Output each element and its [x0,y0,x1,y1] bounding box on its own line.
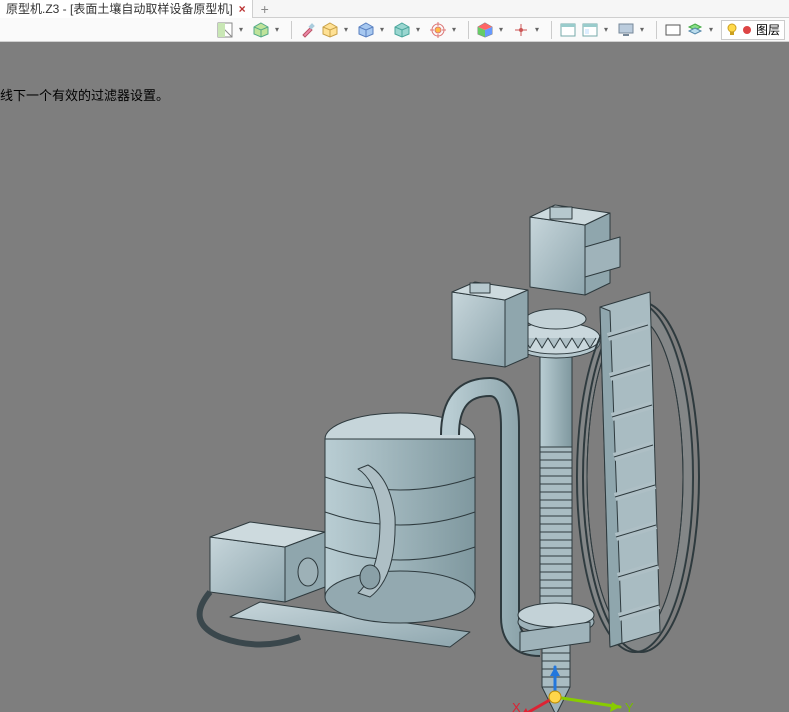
dropdown-icon[interactable]: ▾ [273,20,281,40]
coordinate-triad: X Y [510,662,650,712]
target-button[interactable] [428,20,448,40]
window-b-icon [582,22,598,38]
tab-title: 原型机.Z3 - [表面土壤自动取样设备原型机] [6,0,233,17]
brush-button[interactable] [298,20,318,40]
origin-button[interactable] [511,20,531,40]
plus-icon: + [261,1,269,17]
separator [656,21,657,39]
view-toolbar: ▾ ▾ ▾ ▾ ▾ ▾ ▾ ▾ ▾ ▾ [0,18,789,42]
close-icon[interactable]: × [239,2,246,16]
cube-green-icon [322,22,338,38]
axis-x-label: X [512,700,521,712]
document-tabbar: 原型机.Z3 - [表面土壤自动取样设备原型机] × + [0,0,789,18]
target-icon [430,22,446,38]
monitor-icon [618,22,634,38]
dropdown-icon[interactable]: ▾ [237,20,245,40]
cube-blue-button[interactable] [356,20,376,40]
dropdown-icon[interactable]: ▾ [707,20,715,40]
layer-stack-icon [687,22,703,38]
dropdown-icon[interactable]: ▾ [378,20,386,40]
shade-toggle-icon [217,22,233,38]
status-message: 线下一个有效的过滤器设置。 [0,85,169,104]
window-a-icon [560,22,576,38]
dropdown-icon[interactable]: ▾ [533,20,541,40]
origin-icon [513,22,529,38]
dropdown-icon[interactable]: ▾ [602,20,610,40]
blank-rect-button[interactable] [663,20,683,40]
document-tab[interactable]: 原型机.Z3 - [表面土壤自动取样设备原型机] × [0,0,253,18]
dropdown-icon[interactable]: ▾ [497,20,505,40]
cube-teal-button[interactable] [392,20,412,40]
dropdown-icon[interactable]: ▾ [638,20,646,40]
layer-manager-button[interactable]: 图层 [721,20,785,40]
window-b-button[interactable] [580,20,600,40]
separator [291,21,292,39]
cube-green-button[interactable] [320,20,340,40]
window-a-button[interactable] [558,20,578,40]
dropdown-icon[interactable]: ▾ [342,20,350,40]
separator [551,21,552,39]
color-swatch-icon [742,25,752,35]
cad-viewport[interactable]: 线下一个有效的过滤器设置。 [0,42,789,712]
shade-toggle-button[interactable] [215,20,235,40]
display-mode-icon [253,22,269,38]
dropdown-icon[interactable]: ▾ [414,20,422,40]
new-tab-button[interactable]: + [253,1,277,17]
separator [468,21,469,39]
layer-stack-button[interactable] [685,20,705,40]
brush-icon [300,22,316,38]
display-mode-button[interactable] [251,20,271,40]
palette-cube-button[interactable] [475,20,495,40]
model-rendering [190,177,700,712]
blank-rect-icon [665,22,681,38]
monitor-button[interactable] [616,20,636,40]
bulb-icon [726,23,738,37]
layer-label: 图层 [756,21,780,38]
cube-blue-icon [358,22,374,38]
palette-cube-icon [477,22,493,38]
axis-y-label: Y [625,700,634,712]
dropdown-icon[interactable]: ▾ [450,20,458,40]
cube-teal-icon [394,22,410,38]
